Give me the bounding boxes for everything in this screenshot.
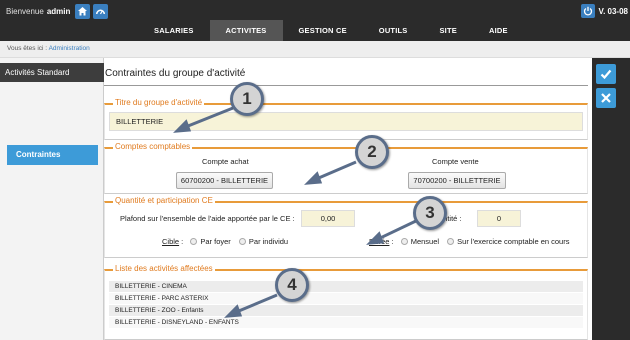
welcome-label: Bienvenue — [6, 7, 44, 16]
compte-achat-label: Compte achat — [202, 157, 249, 166]
section-titre: Titre du groupe d'activité BILLETTERIE — [104, 98, 588, 140]
radio-icon[interactable] — [238, 238, 246, 245]
list-item[interactable]: BILLETTERIE - PARC ASTERIX — [109, 293, 583, 304]
callout-2: 2 — [355, 135, 389, 169]
section-comptes-legend: Comptes comptables — [113, 142, 193, 151]
nav-outils[interactable]: OUTILS — [363, 20, 424, 41]
nav-site[interactable]: SITE — [423, 20, 472, 41]
sidebar: Activités Standard Contraintes — [0, 58, 104, 340]
check-icon[interactable] — [596, 64, 616, 84]
list-item[interactable]: BILLETTERIE - DISNEYLAND - ENFANTS — [109, 317, 583, 328]
radio-icon[interactable] — [447, 238, 455, 245]
section-quantite-legend: Quantité et participation CE — [113, 196, 215, 205]
section-liste-legend: Liste des activités affectées — [113, 264, 215, 273]
breadcrumb: Vous êtes ici : Administration — [7, 45, 90, 52]
duree-option-exercice[interactable]: Sur l'exercice comptable en cours — [447, 237, 569, 246]
quantite-input[interactable]: 0 — [477, 210, 521, 227]
sidebar-item-contraintes[interactable]: Contraintes — [7, 145, 98, 165]
radio-icon[interactable] — [400, 238, 408, 245]
callout-1: 1 — [230, 82, 264, 116]
nav-aide[interactable]: AIDE — [473, 20, 524, 41]
list-item[interactable]: BILLETTERIE - ZOO - Enfants — [109, 305, 583, 316]
section-quantite: Quantité et participation CE Plafond sur… — [104, 196, 588, 258]
nav-salaries[interactable]: SALARIES — [138, 20, 210, 41]
compte-achat-button[interactable]: 60700200 - BILLETTERIE — [176, 172, 273, 189]
top-bar: Bienvenue admin V. 03-08 SALARIES ACTIVIT… — [0, 0, 630, 41]
section-liste: Liste des activités affectées BILLETTERI… — [104, 264, 588, 340]
dashboard-icon[interactable] — [93, 4, 108, 19]
compte-vente-button[interactable]: 70700200 - BILLETTERIE — [408, 172, 506, 189]
breadcrumb-prefix: Vous êtes ici : — [7, 45, 48, 52]
duree-option-mensuel[interactable]: Mensuel — [400, 237, 439, 246]
plafond-input[interactable]: 0,00 — [301, 210, 355, 227]
section-titre-legend: Titre du groupe d'activité — [113, 98, 205, 107]
cible-option-foyer[interactable]: Par foyer — [190, 237, 231, 246]
sidebar-heading: Activités Standard — [0, 63, 104, 82]
duree-group: Durée : Mensuel Sur l'exercice comptable… — [369, 237, 570, 246]
title-divider — [104, 85, 588, 86]
compte-vente-label: Compte vente — [432, 157, 479, 166]
list-item[interactable]: BILLETTERIE - CINEMA — [109, 281, 583, 292]
nav-activites[interactable]: ACTIVITES — [209, 20, 283, 41]
main-nav: SALARIES ACTIVITES GESTION CE OUTILS SIT… — [138, 20, 524, 41]
nav-gestion-ce[interactable]: GESTION CE — [283, 20, 363, 41]
titre-input[interactable]: BILLETTERIE — [109, 112, 583, 131]
radio-icon[interactable] — [190, 238, 198, 245]
callout-4: 4 — [275, 268, 309, 302]
cible-label: Cible — [162, 237, 180, 246]
power-icon[interactable] — [581, 4, 596, 18]
breadcrumb-bar: Vous êtes ici : Administration — [0, 41, 630, 58]
section-comptes: Comptes comptables Compte achat 60700200… — [104, 142, 588, 194]
page-title: Contraintes du groupe d'activité — [105, 68, 246, 79]
plafond-label: Plafond sur l'ensemble de l'aide apporté… — [120, 214, 295, 223]
breadcrumb-link[interactable]: Administration — [49, 45, 90, 52]
callout-3: 3 — [413, 196, 447, 230]
duree-label: Durée — [369, 237, 390, 246]
version-label: V. 03-08 — [598, 6, 628, 16]
close-icon[interactable] — [596, 88, 616, 108]
home-icon[interactable] — [75, 4, 90, 19]
version-area: V. 03-08 — [581, 4, 628, 18]
welcome-text: Bienvenue admin — [6, 7, 70, 16]
main-content: Contraintes du groupe d'activité Titre d… — [104, 58, 592, 340]
action-bar — [592, 58, 630, 340]
cible-group: Cible : Par foyer Par individu — [162, 237, 289, 246]
username: admin — [46, 7, 71, 16]
cible-option-individu[interactable]: Par individu — [238, 237, 288, 246]
